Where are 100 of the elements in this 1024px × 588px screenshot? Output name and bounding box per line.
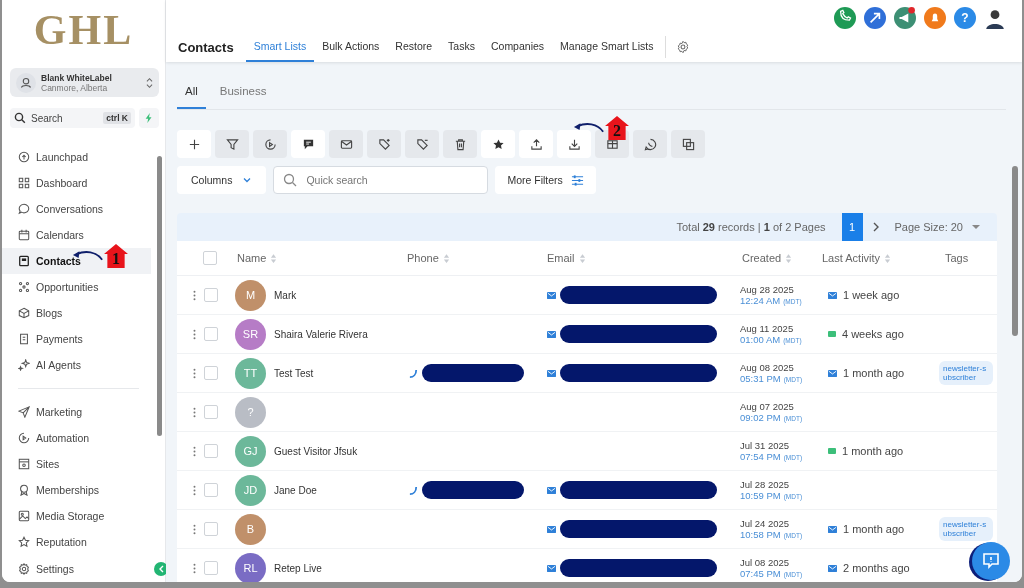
checkbox[interactable]: [204, 366, 218, 380]
created-time: 01:00 AM: [740, 334, 781, 345]
avatar: SR: [235, 318, 266, 350]
checkbox[interactable]: [204, 483, 218, 497]
drag-handle-icon[interactable]: [193, 562, 196, 574]
ribbon-icon: [18, 484, 30, 496]
nav-item[interactable]: Marketing: [2, 399, 151, 425]
quick-search-field[interactable]: Quick search: [273, 166, 489, 194]
nav-item[interactable]: Dashboard: [2, 170, 151, 196]
created-time: 10:59 PM: [740, 490, 781, 501]
nav-item[interactable]: Settings: [18, 562, 74, 576]
email-icon: [547, 290, 556, 300]
nav-item[interactable]: Blogs: [2, 300, 151, 326]
drag-handle-icon[interactable]: [193, 523, 196, 535]
tab[interactable]: All: [177, 79, 206, 109]
column-header[interactable]: Phone: [407, 252, 439, 264]
contact-name[interactable]: Guest Visitor Jfsuk: [274, 445, 358, 457]
drag-handle-icon[interactable]: [193, 367, 196, 379]
drag-handle-icon[interactable]: [193, 406, 196, 418]
bolt-icon: [144, 113, 154, 123]
page-title: Contacts: [178, 39, 234, 55]
search-field[interactable]: Search ctrl K: [10, 108, 135, 128]
contact-name[interactable]: Test Test: [274, 367, 314, 379]
megaphone-icon[interactable]: [894, 7, 916, 29]
tab[interactable]: Companies: [482, 32, 553, 62]
bell-icon[interactable]: [924, 7, 946, 29]
activity-time: 4 weeks ago: [842, 328, 904, 340]
search-icon: [14, 112, 26, 124]
nav-item[interactable]: Opportunities: [2, 274, 151, 300]
contact-name[interactable]: Mark: [274, 289, 297, 301]
settings-icon[interactable]: [676, 40, 691, 54]
chat-button[interactable]: [972, 542, 1010, 580]
column-header[interactable]: Last Activity: [822, 252, 881, 264]
checkbox[interactable]: [204, 288, 218, 302]
avatar: B: [235, 513, 266, 545]
email-icon: [547, 485, 556, 495]
tab[interactable]: Tasks: [440, 32, 483, 62]
column-header[interactable]: Email: [547, 252, 575, 264]
contact-name[interactable]: Shaira Valerie Rivera: [274, 328, 368, 340]
checkbox[interactable]: [204, 444, 218, 458]
page-size-dropdown[interactable]: Page Size: 20: [894, 221, 963, 233]
nav-item[interactable]: Launchpad: [2, 144, 151, 170]
checkbox[interactable]: [204, 405, 218, 419]
tab[interactable]: Manage Smart Lists: [552, 32, 662, 62]
tab[interactable]: Smart Lists: [245, 32, 315, 62]
column-header[interactable]: Created: [742, 252, 782, 264]
created-time: 07:45 PM: [740, 568, 781, 579]
drag-handle-icon[interactable]: [193, 484, 196, 496]
nav-item[interactable]: Memberships: [2, 477, 151, 503]
nav-item[interactable]: AI Agents: [2, 352, 151, 378]
nav-item[interactable]: Sites: [2, 451, 151, 477]
help-button[interactable]: ?: [954, 7, 976, 29]
sparkle-icon: [18, 359, 30, 371]
copy-icon: [681, 137, 695, 151]
contact-name[interactable]: Jane Doe: [274, 484, 317, 496]
nav-item[interactable]: Media Storage: [2, 503, 151, 529]
record-summary: Total 29 records | 1 of 2 Pages: [676, 221, 826, 233]
step-marker: 2: [605, 116, 629, 140]
import-button[interactable]: [557, 130, 591, 158]
phone-icon: [409, 485, 418, 495]
avatar-icon[interactable]: [984, 7, 1006, 29]
chat-icon: [981, 551, 1001, 571]
created-time: 07:54 PM: [740, 451, 781, 462]
nav-item[interactable]: Automation: [2, 425, 151, 451]
tab[interactable]: Business: [211, 79, 275, 109]
created-time: 05:31 PM: [740, 373, 781, 384]
drag-handle-icon[interactable]: [193, 445, 196, 457]
message-icon: [301, 137, 315, 151]
page-button[interactable]: 1: [841, 213, 863, 241]
contact-name[interactable]: Retep Live: [274, 562, 322, 574]
drag-handle-icon[interactable]: [193, 328, 196, 340]
avatar: JD: [235, 474, 266, 506]
star-button[interactable]: [481, 130, 515, 158]
nav-item[interactable]: Reputation: [2, 529, 151, 554]
table-icon: [605, 137, 619, 151]
avatar: GJ: [235, 435, 266, 467]
more-filters-button[interactable]: More Filters: [495, 166, 596, 194]
nav-item[interactable]: Payments: [2, 326, 151, 352]
account-switcher[interactable]: Blank WhiteLabel Canmore, Alberta: [10, 68, 159, 97]
tag[interactable]: newsletter-subscriber: [939, 517, 993, 541]
checkbox[interactable]: [204, 561, 218, 575]
columns-dropdown[interactable]: Columns: [177, 166, 267, 194]
column-header[interactable]: Tags: [945, 252, 969, 264]
tab[interactable]: Bulk Actions: [314, 32, 388, 62]
column-header[interactable]: Name: [237, 252, 267, 264]
export-button[interactable]: [519, 130, 553, 158]
automation-icon: [18, 432, 30, 444]
phone-icon[interactable]: [834, 7, 856, 29]
shortcut-key: ctrl K: [103, 112, 131, 124]
tab[interactable]: Restore: [387, 32, 441, 62]
tag[interactable]: newsletter-subscriber: [939, 361, 993, 385]
message-button[interactable]: [291, 130, 325, 158]
chevron-down-icon: [242, 175, 253, 185]
checkbox[interactable]: [203, 251, 217, 265]
drag-handle-icon[interactable]: [193, 289, 196, 301]
email-icon: [547, 329, 556, 339]
nav-item[interactable]: Conversations: [2, 196, 151, 222]
checkbox[interactable]: [204, 522, 218, 536]
email-icon: [547, 368, 556, 378]
checkbox[interactable]: [204, 327, 218, 341]
